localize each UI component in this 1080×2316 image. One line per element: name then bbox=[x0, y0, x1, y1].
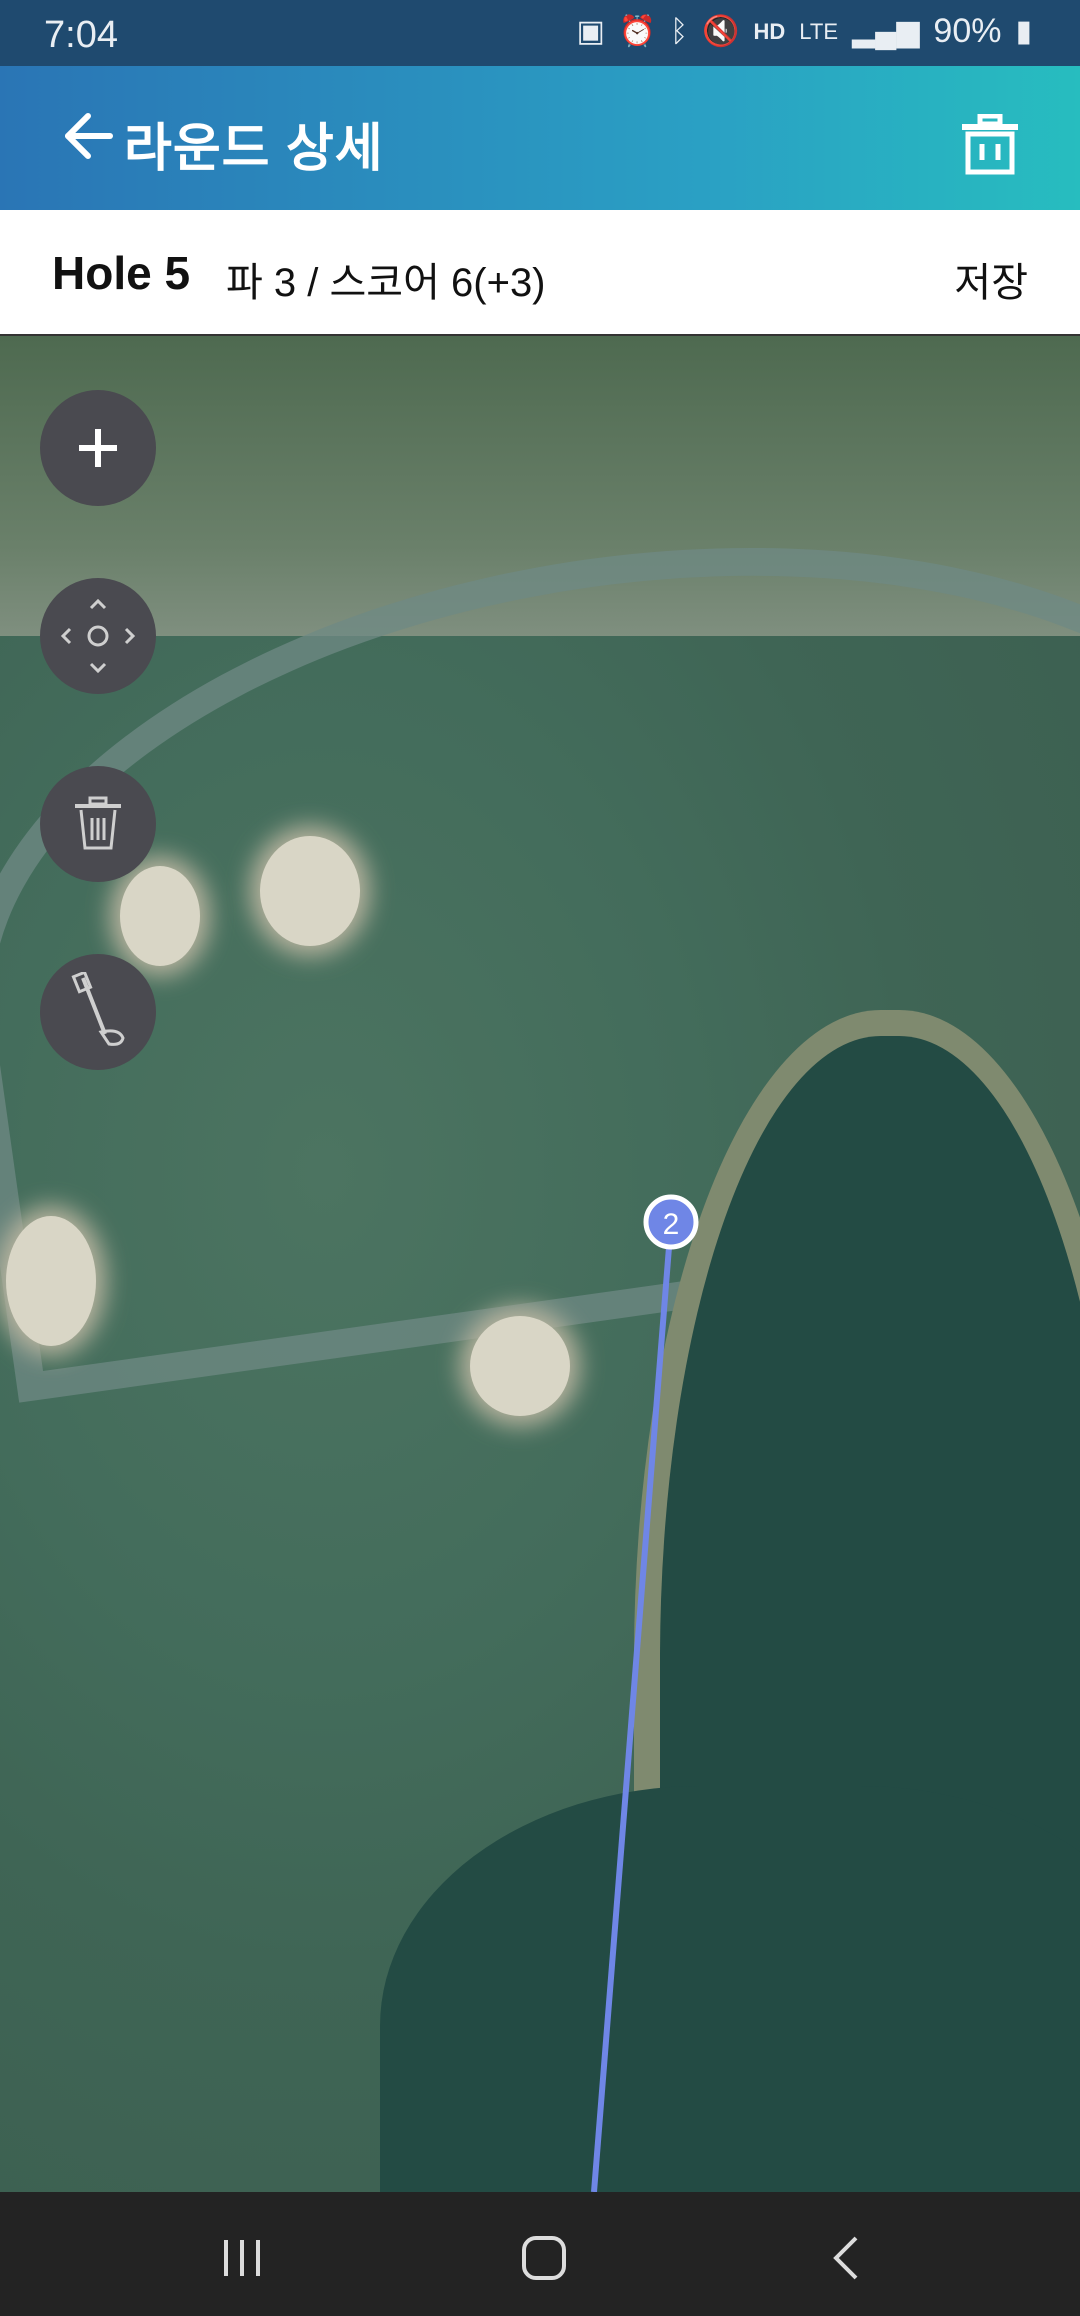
trash-icon bbox=[962, 113, 1018, 175]
home-button[interactable] bbox=[514, 2228, 574, 2288]
hole-label: Hole 5 bbox=[52, 247, 191, 299]
alarm-icon: ⏰ bbox=[618, 15, 657, 48]
shot-marker[interactable]: 2 bbox=[643, 1194, 699, 1250]
recent-apps-icon bbox=[224, 2240, 260, 2276]
satellite-map[interactable]: 2 bbox=[0, 336, 1080, 2192]
shot-marker-number: 2 bbox=[663, 1208, 680, 1241]
status-time: 7:04 bbox=[44, 14, 118, 56]
page-title: 라운드 상세 bbox=[124, 120, 384, 178]
app-bar: 라운드 상세 bbox=[0, 66, 1080, 210]
back-icon bbox=[833, 2236, 858, 2280]
system-navigation-bar bbox=[0, 2192, 1080, 2316]
notification-icon: ▣ bbox=[576, 15, 605, 48]
hd-voice-icon: HD bbox=[753, 18, 786, 44]
home-icon bbox=[522, 2236, 566, 2280]
hole-info-bar: Hole 5 파 3 / 스코어 6(+3) 저장 bbox=[0, 210, 1080, 336]
lte-icon: LTE bbox=[799, 18, 839, 44]
battery-icon: ▮ bbox=[1015, 15, 1032, 48]
signal-icon: ▂▄▆ bbox=[852, 15, 920, 48]
mute-icon: 🔇 bbox=[702, 15, 740, 48]
recent-apps-button[interactable] bbox=[212, 2228, 272, 2288]
battery-percent: 90% bbox=[933, 12, 1002, 50]
back-button[interactable] bbox=[60, 106, 120, 166]
system-back-button[interactable] bbox=[818, 2228, 878, 2288]
save-button[interactable]: 저장 bbox=[954, 250, 1028, 308]
status-bar: 7:04 ▣ ⏰ ᛒ 🔇 HD LTE ▂▄▆ 90% ▮ bbox=[0, 0, 1080, 66]
arrow-left-icon bbox=[65, 113, 113, 159]
delete-round-button[interactable] bbox=[958, 113, 1022, 176]
hole-par-score: 파 3 / 스코어 6(+3) bbox=[226, 261, 546, 305]
bluetooth-icon: ᛒ bbox=[670, 14, 689, 48]
status-icons: ▣ ⏰ ᛒ 🔇 HD LTE ▂▄▆ 90% ▮ bbox=[576, 12, 1032, 51]
shot-line-layer: 2 bbox=[591, 1194, 699, 2192]
shot-line bbox=[591, 1221, 674, 2192]
